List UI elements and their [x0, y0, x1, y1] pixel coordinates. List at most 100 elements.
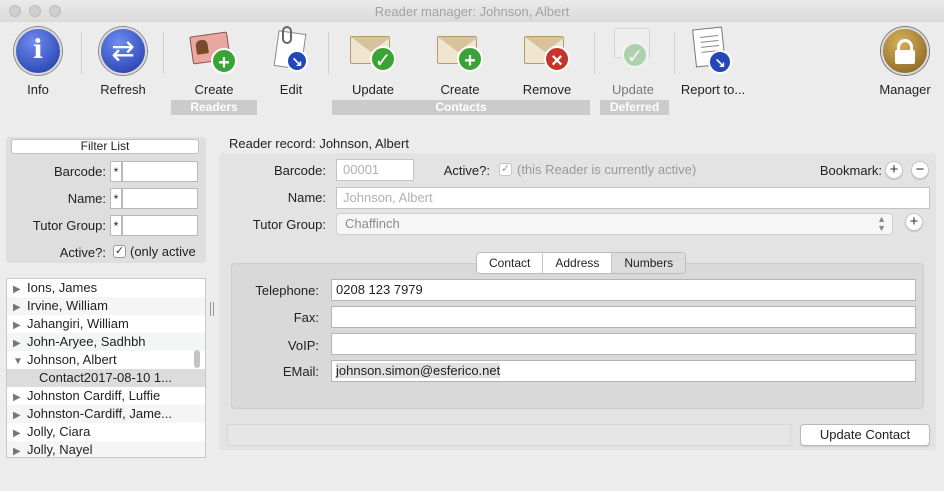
filter-list-button[interactable]: Filter List: [11, 139, 199, 154]
fax-label: Fax:: [293, 310, 319, 325]
tutor-group-add-button[interactable]: +: [905, 213, 923, 231]
list-item-label: Johnston Cardiff, Luffie: [27, 388, 161, 403]
filter-name-label: Name:: [67, 191, 106, 206]
name-label: Name:: [287, 190, 326, 205]
email-field[interactable]: johnson.simon@esferico.net: [331, 360, 916, 382]
list-item[interactable]: ▼ Johnson, Albert: [7, 351, 205, 369]
record-title: Reader record: Johnson, Albert: [229, 136, 409, 151]
barcode-field[interactable]: 00001: [336, 159, 414, 181]
disclosure-open-icon[interactable]: ▼: [13, 353, 27, 369]
manager-button[interactable]: Manager: [870, 24, 940, 98]
list-item[interactable]: ▶ Irvine, William: [7, 297, 205, 315]
create-reader-button[interactable]: + Create: [179, 24, 249, 98]
remove-contact-button[interactable]: × Remove: [512, 24, 582, 98]
list-item[interactable]: ▶ Johnston Cardiff, Luffie: [7, 387, 205, 405]
update-contact-icon: ✓: [348, 26, 398, 76]
disclosure-closed-icon[interactable]: ▶: [13, 335, 27, 351]
refresh-button[interactable]: ⇄ Refresh: [88, 24, 158, 98]
window-title: Reader manager: Johnson, Albert: [374, 4, 570, 19]
update-deferred-icon: ✓: [608, 26, 658, 76]
telephone-label: Telephone:: [255, 283, 319, 298]
list-item[interactable]: ▶ Ions, James: [7, 279, 205, 297]
disclosure-closed-icon[interactable]: ▶: [13, 281, 27, 297]
filter-tutor-group-wildcard: *: [110, 215, 122, 236]
filter-tutor-group-label: Tutor Group:: [32, 218, 106, 233]
disclosure-closed-icon[interactable]: ▶: [13, 317, 27, 333]
disclosure-closed-icon[interactable]: ▶: [13, 443, 27, 457]
edit-icon: ↘: [266, 26, 316, 76]
voip-label: VoIP:: [287, 338, 319, 353]
list-item-label: John-Aryee, Sadhbh: [27, 334, 146, 349]
contact-tabs: Contact Address Numbers: [476, 252, 687, 274]
list-item[interactable]: ▶ Jolly, Nayel: [7, 441, 205, 457]
filter-barcode-input[interactable]: [122, 161, 198, 182]
split-view-divider[interactable]: [210, 302, 214, 316]
filter-barcode-label: Barcode:: [53, 164, 106, 179]
list-item[interactable]: ▶ Jahangiri, William: [7, 315, 205, 333]
filter-active-text: (only active: [130, 244, 196, 259]
update-deferred-button[interactable]: ✓ Update: [598, 24, 668, 98]
filter-active-checkbox[interactable]: ✓: [113, 245, 126, 258]
active-text: (this Reader is currently active): [517, 162, 697, 177]
list-item-label: Jahangiri, William: [27, 316, 129, 331]
report-icon: ↘: [688, 26, 738, 76]
create-contact-button[interactable]: + Create: [425, 24, 495, 98]
contacts-group-label: Contacts: [332, 100, 590, 115]
list-item-label: Ions, James: [27, 280, 98, 295]
voip-field[interactable]: [331, 333, 916, 355]
disclosure-closed-icon[interactable]: ▶: [13, 407, 27, 423]
list-item-label: Jolly, Nayel: [27, 442, 93, 457]
update-contact-button-bottom[interactable]: Update Contact: [800, 424, 930, 446]
title-bar: Reader manager: Johnson, Albert: [0, 0, 944, 22]
fax-field[interactable]: [331, 306, 916, 328]
tab-address[interactable]: Address: [543, 253, 613, 273]
reader-list[interactable]: ▶ Ions, James ▶ Irvine, William ▶ Jahangiri, …: [6, 278, 206, 458]
bookmark-remove-button[interactable]: −: [911, 161, 929, 179]
email-value: johnson.simon@esferico.net: [336, 363, 501, 378]
bookmark-label: Bookmark:: [819, 163, 882, 178]
active-label: Active?:: [443, 163, 490, 178]
name-field[interactable]: Johnson, Albert: [336, 187, 930, 209]
filter-tutor-group-input[interactable]: [122, 215, 198, 236]
active-checkbox[interactable]: ✓: [499, 163, 512, 176]
refresh-icon: ⇄: [98, 26, 148, 76]
info-icon: i: [13, 26, 63, 76]
list-item[interactable]: ▶ Johnston-Cardiff, Jame...: [7, 405, 205, 423]
create-reader-icon: +: [189, 26, 239, 76]
info-button[interactable]: i Info: [3, 24, 73, 98]
plus-icon: +: [909, 213, 919, 230]
bookmark-add-button[interactable]: +: [885, 161, 903, 179]
update-contact-button[interactable]: ✓ Update: [338, 24, 408, 98]
tab-contact[interactable]: Contact: [477, 253, 544, 273]
unlock-icon: [880, 26, 930, 76]
list-item-label: Johnson, Albert: [27, 352, 117, 367]
tutor-group-label: Tutor Group:: [252, 217, 326, 232]
filter-name-input[interactable]: [122, 188, 198, 209]
telephone-field[interactable]: 0208 123 7979: [331, 279, 916, 301]
report-button[interactable]: ↘ Report to...: [678, 24, 748, 98]
disclosure-closed-icon[interactable]: ▶: [13, 389, 27, 405]
list-item-label: Jolly, Ciara: [27, 424, 91, 439]
tutor-group-select[interactable]: Chaffinch ▲ ▼: [336, 213, 893, 235]
filter-barcode-wildcard: *: [110, 161, 122, 182]
deferred-group-label: Deferred: [600, 100, 669, 115]
list-item[interactable]: ▶ John-Aryee, Sadhbh: [7, 333, 205, 351]
disclosure-closed-icon[interactable]: ▶: [13, 425, 27, 441]
list-item-label: Irvine, William: [27, 298, 108, 313]
list-item-label: Contact2017-08-10 1...: [39, 370, 172, 385]
create-contact-icon: +: [435, 26, 485, 76]
edit-button[interactable]: ↘ Edit: [256, 24, 326, 98]
readers-group-label: Readers: [171, 100, 257, 115]
toolbar: i Info ⇄ Refresh + Create ↘ Edit ✓ Updat…: [0, 22, 944, 118]
minus-icon: −: [915, 161, 925, 178]
tutor-group-value: Chaffinch: [345, 216, 400, 231]
list-item-child[interactable]: Contact2017-08-10 1...: [7, 369, 205, 387]
list-scrollbar[interactable]: [194, 350, 200, 368]
tab-numbers[interactable]: Numbers: [612, 253, 686, 273]
list-item[interactable]: ▶ Jolly, Ciara: [7, 423, 205, 441]
barcode-label: Barcode:: [273, 163, 326, 178]
disclosure-closed-icon[interactable]: ▶: [13, 299, 27, 315]
plus-icon: +: [889, 161, 899, 178]
status-bar: [227, 424, 791, 446]
filter-active-label: Active?:: [59, 245, 106, 260]
